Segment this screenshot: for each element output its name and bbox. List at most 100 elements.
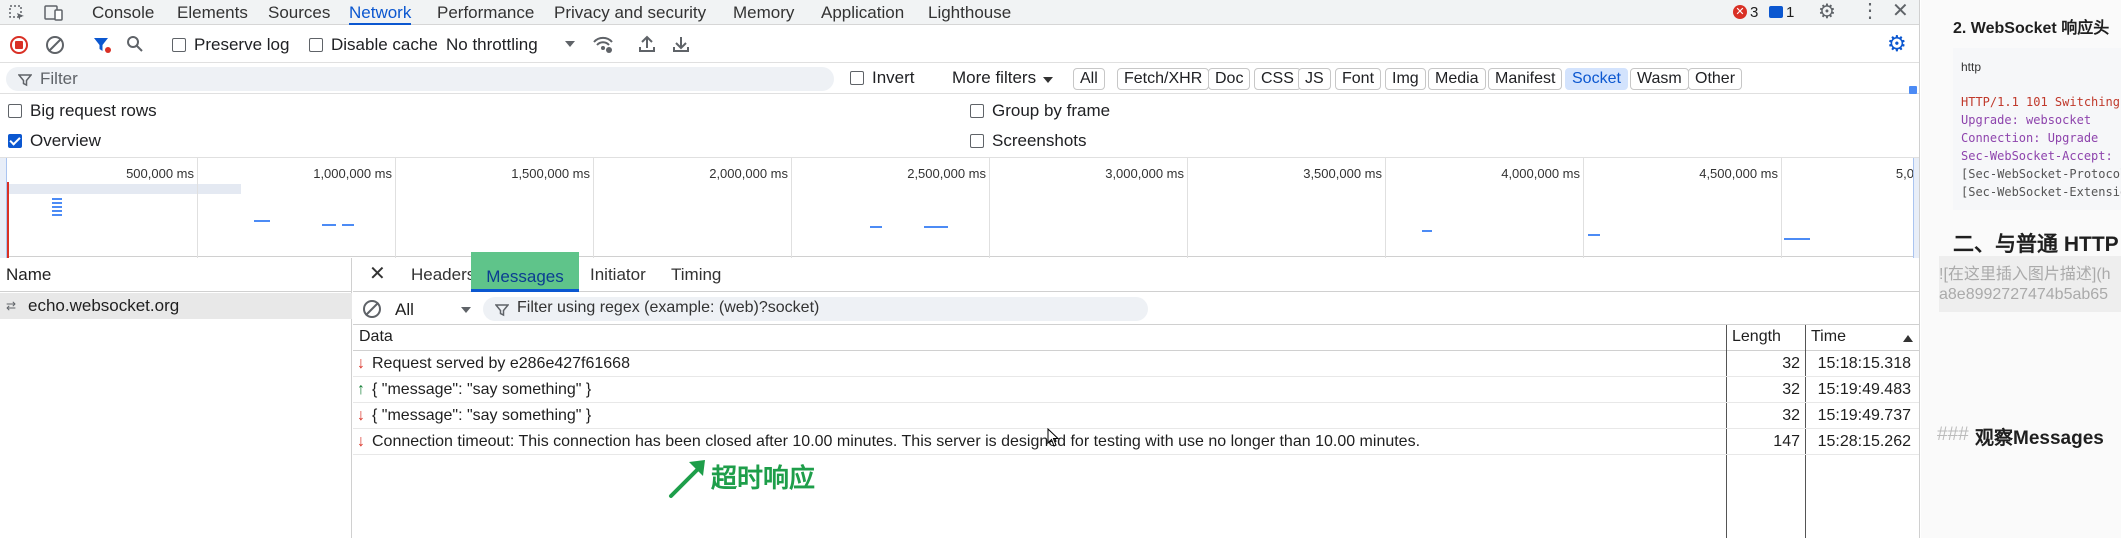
tab-memory[interactable]: Memory (733, 0, 794, 25)
message-time: 15:18:15.318 (1817, 355, 1911, 372)
tick-label: 5,0 (1895, 166, 1914, 181)
message-row[interactable]: ↓ Request served by e286e427f61668 32 15… (353, 351, 1919, 377)
image-placeholder-line: ![在这里插入图片描述](h (1939, 266, 2111, 283)
name-column-header[interactable]: Name (0, 258, 352, 292)
tick-line (395, 158, 396, 258)
tick-label: 3,000,000 ms (1105, 166, 1184, 181)
message-row[interactable]: ↑ { "message": "say something" } 32 15:1… (353, 377, 1919, 403)
clear-messages-icon[interactable] (363, 300, 381, 318)
markdown-heading-text: 观察Messages (1975, 428, 2104, 449)
import-har-icon[interactable] (638, 34, 656, 59)
tick-line (593, 158, 594, 258)
tick-line (791, 158, 792, 258)
tab-application[interactable]: Application (821, 0, 904, 25)
type-filter-other[interactable]: Other (1688, 68, 1743, 90)
screenshots-checkbox[interactable] (970, 134, 984, 148)
tab-elements[interactable]: Elements (177, 0, 248, 25)
search-icon[interactable] (126, 35, 144, 58)
timeline-selection-left-handle[interactable] (0, 158, 7, 258)
message-row[interactable]: ↓ { "message": "say something" } 32 15:1… (353, 403, 1919, 429)
column-header-data[interactable]: Data (359, 328, 393, 346)
detail-tab-messages[interactable]: Messages (471, 252, 579, 292)
network-settings-gear-icon[interactable]: ⚙ (1887, 33, 1907, 55)
network-conditions-icon[interactable] (592, 34, 614, 59)
preserve-log-checkbox[interactable] (172, 38, 186, 52)
tab-performance[interactable]: Performance (437, 0, 534, 25)
record-stop-icon[interactable] (10, 36, 28, 54)
type-filter-socket[interactable]: Socket (1565, 68, 1628, 90)
message-type-select[interactable]: All (395, 300, 414, 320)
inspect-element-icon[interactable] (8, 4, 26, 22)
annotation-text: 超时响应 (711, 463, 816, 493)
sent-arrow-icon: ↑ (357, 381, 365, 398)
tab-sources[interactable]: Sources (268, 0, 330, 25)
message-length: 32 (1782, 381, 1800, 398)
timeline-request (1784, 238, 1810, 240)
column-header-length[interactable]: Length (1732, 328, 1781, 346)
type-filter-css[interactable]: CSS (1254, 68, 1301, 90)
timeline-request (1422, 230, 1432, 232)
overview-checkbox[interactable] (8, 134, 22, 148)
message-length: 147 (1773, 433, 1800, 450)
timeline-selection-bar (9, 184, 241, 194)
disable-cache-label: Disable cache (331, 35, 438, 54)
tick-label: 1,500,000 ms (511, 166, 590, 181)
timeline-request-cluster (52, 198, 62, 218)
group-by-frame-label: Group by frame (992, 101, 1111, 120)
chevron-down-icon (461, 307, 471, 313)
messages-regex-filter-input[interactable]: Filter using regex (example: (web)?socke… (483, 297, 1148, 321)
type-filter-fetch-xhr[interactable]: Fetch/XHR (1117, 68, 1210, 90)
error-icon: ✕ (1733, 5, 1747, 19)
clear-icon[interactable] (46, 36, 64, 54)
name-header-label: Name (6, 265, 52, 284)
throttling-select[interactable]: No throttling (446, 35, 538, 55)
type-filter-js[interactable]: JS (1298, 68, 1331, 90)
type-filter-font[interactable]: Font (1335, 68, 1382, 90)
message-row[interactable]: ↓ Connection timeout: This connection ha… (353, 429, 1919, 455)
message-data: { "message": "say something" } (372, 407, 592, 424)
detail-tab-bar (353, 258, 1919, 292)
tab-network[interactable]: Network (349, 0, 412, 25)
type-filter-media[interactable]: Media (1428, 68, 1486, 90)
invert-checkbox[interactable] (850, 71, 864, 85)
more-options-icon[interactable]: ⋮ (1860, 1, 1880, 21)
more-filters-dropdown[interactable]: More filters (952, 68, 1036, 88)
type-filter-wasm[interactable]: Wasm (1630, 68, 1689, 90)
filter-funnel-icon[interactable] (92, 35, 112, 60)
regex-filter-placeholder: Filter using regex (example: (web)?socke… (517, 299, 820, 316)
settings-gear-icon[interactable]: ⚙ (1818, 2, 1836, 22)
export-har-icon[interactable] (672, 34, 690, 59)
type-filter-all[interactable]: All (1073, 68, 1105, 90)
network-overview-timeline[interactable]: 500,000 ms 1,000,000 ms 1,500,000 ms 2,0… (0, 157, 1919, 258)
type-filter-doc[interactable]: Doc (1208, 68, 1251, 90)
timeline-selection-right-handle[interactable] (1913, 158, 1919, 258)
websocket-arrows-icon: ⇄ (6, 299, 17, 313)
request-row-echo-websocket[interactable]: ⇄ echo.websocket.org (0, 293, 352, 319)
disable-cache-checkbox[interactable] (309, 38, 323, 52)
filter-input[interactable]: Filter (6, 67, 834, 91)
tab-console[interactable]: Console (92, 0, 154, 25)
detail-tab-headers[interactable]: Headers (411, 258, 475, 292)
detail-tab-timing[interactable]: Timing (671, 258, 721, 292)
filter-bar-resize-handle[interactable] (1909, 86, 1917, 94)
column-header-time[interactable]: Time (1811, 328, 1846, 346)
type-filter-img[interactable]: Img (1385, 68, 1426, 90)
device-toolbar-icon[interactable] (44, 4, 64, 22)
tab-privacy-and-security[interactable]: Privacy and security (554, 0, 706, 25)
network-toolbar: Preserve log Disable cache No throttling… (0, 26, 1919, 63)
group-by-frame-checkbox[interactable] (970, 104, 984, 118)
code-line: [Sec-WebSocket-Protocol (1961, 167, 2121, 181)
close-detail-icon[interactable]: ✕ (369, 263, 386, 285)
big-request-rows-checkbox[interactable] (8, 104, 22, 118)
type-filter-manifest[interactable]: Manifest (1488, 68, 1563, 90)
error-badge[interactable]: ✕ 3 (1733, 3, 1758, 21)
chevron-down-icon (565, 41, 575, 47)
message-length: 32 (1782, 355, 1800, 372)
invert-label: Invert (872, 68, 915, 87)
message-badge[interactable]: 1 (1769, 3, 1794, 21)
detail-tab-initiator[interactable]: Initiator (590, 258, 646, 292)
tab-lighthouse[interactable]: Lighthouse (928, 0, 1011, 25)
code-line: Connection: Upgrade (1961, 131, 2099, 145)
panel-tab-bar: Console Elements Sources Network Perform… (0, 0, 1919, 25)
close-devtools-icon[interactable]: ✕ (1892, 1, 1909, 21)
